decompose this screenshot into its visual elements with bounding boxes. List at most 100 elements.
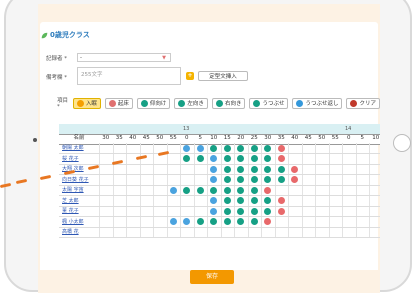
wake-icon[interactable]: [277, 155, 285, 162]
child-name-link[interactable]: 朝陽 太郎: [62, 143, 84, 153]
clear-icon: [350, 99, 358, 107]
check-icon[interactable]: [277, 176, 285, 183]
child-name-link[interactable]: 楓 小太郎: [62, 217, 84, 227]
sleep-icon[interactable]: [183, 218, 191, 225]
check-icon[interactable]: [264, 197, 272, 204]
check-icon[interactable]: [250, 186, 258, 194]
check-icon[interactable]: [237, 165, 245, 173]
check-icon[interactable]: [223, 207, 231, 215]
check-icon[interactable]: [250, 155, 258, 162]
recorder-select[interactable]: - ▼: [77, 53, 171, 62]
child-name-link[interactable]: 菫 花子: [62, 206, 79, 216]
check-icon[interactable]: [223, 155, 231, 162]
table-row: 高橋 花: [59, 227, 380, 238]
minute-header: 30: [264, 135, 272, 141]
toolbar-button-label: うつぶせ: [262, 101, 285, 107]
note-field[interactable]: 255文字: [77, 67, 181, 85]
child-name-link[interactable]: 高橋 花: [62, 227, 79, 237]
check-icon[interactable]: [210, 186, 218, 194]
toolbar-button-2[interactable]: 仰向け: [136, 97, 171, 109]
check-icon[interactable]: [264, 155, 272, 162]
check-icon[interactable]: [223, 165, 231, 173]
minute-header: 40: [129, 135, 137, 141]
toolbar-button-label: うつぶせ返し: [305, 101, 339, 107]
turnback-icon: [296, 99, 304, 107]
check-icon[interactable]: [250, 218, 258, 225]
home-button[interactable]: [393, 134, 411, 152]
minute-header: 55: [169, 135, 177, 141]
wake-icon[interactable]: [277, 207, 285, 215]
sleep-icon[interactable]: [210, 207, 218, 215]
check-icon[interactable]: [210, 218, 218, 225]
sleep-icon[interactable]: [210, 155, 218, 162]
toolbar-button-4[interactable]: 右向き: [211, 97, 246, 109]
check-icon[interactable]: [223, 197, 231, 204]
sleep-icon[interactable]: [210, 165, 218, 173]
check-icon[interactable]: [264, 165, 272, 173]
child-name-link[interactable]: 芝 太郎: [62, 196, 79, 206]
minute-header: 55: [331, 135, 339, 141]
sleep-icon[interactable]: [210, 176, 218, 183]
check-icon[interactable]: [250, 144, 258, 152]
check-icon[interactable]: [210, 144, 218, 152]
check-icon[interactable]: [223, 218, 231, 225]
table-row: 菫 花子: [59, 206, 380, 217]
status-toolbar: 項目 * 入眠 起床 仰向け 左向き 右向き うつぶせ うつぶせ返し クリア: [57, 97, 380, 110]
check-icon[interactable]: [237, 197, 245, 204]
template-insert-button[interactable]: 定型文挿入: [198, 71, 248, 81]
minute-header: 50: [318, 135, 326, 141]
check-icon[interactable]: [223, 144, 231, 152]
minute-header: 10: [210, 135, 218, 141]
check-icon[interactable]: [250, 197, 258, 204]
sleep-icon[interactable]: [169, 186, 177, 194]
save-button[interactable]: 保存: [190, 270, 234, 284]
toolbar-button-0[interactable]: 入眠: [72, 97, 101, 109]
check-icon[interactable]: [277, 165, 285, 173]
check-icon[interactable]: [223, 186, 231, 194]
check-icon[interactable]: [250, 165, 258, 173]
check-icon[interactable]: [196, 218, 204, 225]
check-icon[interactable]: [183, 186, 191, 194]
sleep-icon[interactable]: [196, 144, 204, 152]
check-icon[interactable]: [237, 186, 245, 194]
toolbar-button-5[interactable]: うつぶせ: [249, 97, 289, 109]
check-icon[interactable]: [250, 176, 258, 183]
item-label: 項目 *: [57, 98, 69, 110]
check-icon[interactable]: [264, 176, 272, 183]
table-row: 朝陽 太郎: [59, 143, 380, 154]
check-icon[interactable]: [237, 155, 245, 162]
check-icon[interactable]: [237, 207, 245, 215]
check-icon[interactable]: [264, 144, 272, 152]
check-icon[interactable]: [237, 144, 245, 152]
wake-icon[interactable]: [277, 197, 285, 204]
check-icon[interactable]: [223, 176, 231, 183]
wake-icon: [108, 99, 116, 107]
check-icon[interactable]: [196, 155, 204, 162]
wake-icon[interactable]: [277, 144, 285, 152]
check-icon[interactable]: [237, 218, 245, 225]
wake-icon[interactable]: [264, 218, 272, 225]
sleep-icon[interactable]: [169, 218, 177, 225]
wake-icon[interactable]: [291, 165, 299, 173]
toolbar-button-1[interactable]: 起床: [104, 97, 133, 109]
recorder-value: -: [80, 55, 82, 61]
child-name-link[interactable]: 向日葵 花子: [62, 175, 89, 185]
minute-header: 20: [237, 135, 245, 141]
sleep-icon[interactable]: [210, 197, 218, 204]
check-icon[interactable]: [237, 176, 245, 183]
toolbar-button-label: クリア: [359, 101, 376, 107]
toolbar-button-3[interactable]: 左向き: [174, 97, 208, 109]
toolbar-button-7[interactable]: クリア: [346, 97, 380, 109]
minute-header: 45: [304, 135, 312, 141]
wake-icon[interactable]: [291, 176, 299, 183]
child-name-link[interactable]: 太陽 宇宙: [62, 185, 84, 195]
template-plus-icon[interactable]: +: [186, 72, 194, 80]
check-icon[interactable]: [196, 186, 204, 194]
check-icon[interactable]: [183, 155, 191, 162]
check-icon[interactable]: [264, 207, 272, 215]
wake-icon[interactable]: [264, 186, 272, 194]
sleep-icon[interactable]: [183, 144, 191, 152]
toolbar-button-6[interactable]: うつぶせ返し: [292, 97, 343, 109]
child-name-link[interactable]: 桜 花子: [62, 154, 79, 164]
check-icon[interactable]: [250, 207, 258, 215]
